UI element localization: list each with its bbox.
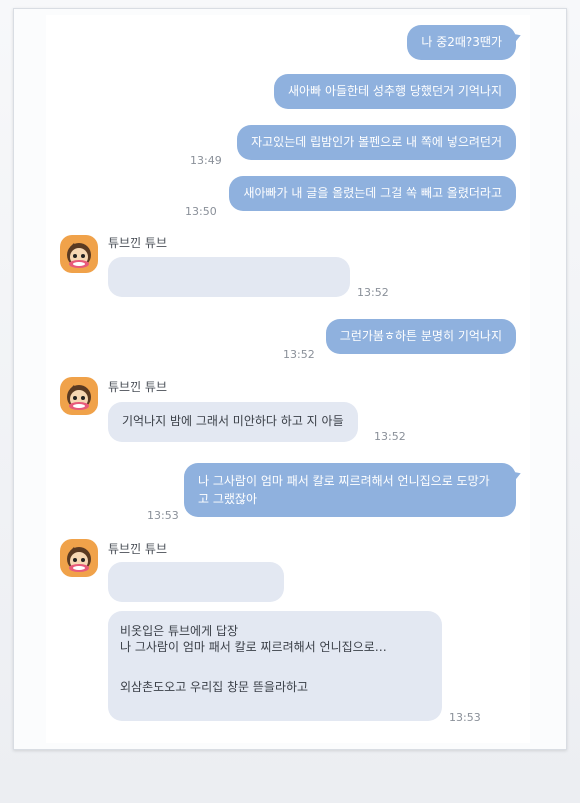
outgoing-message[interactable]: 나 중2때?3땐가 [407, 25, 516, 60]
outgoing-message[interactable]: 새아빠가 내 글을 올렸는데 그걸 쏙 빼고 올렸더라고 [229, 176, 516, 211]
message-time: 13:52 [374, 430, 406, 443]
message-time: 13:50 [185, 205, 217, 218]
reply-header: 비옷입은 튜브에게 답장 [120, 624, 239, 638]
message-text: 고 그랬잖아 [198, 492, 258, 506]
incoming-message[interactable]: 기억나지 밤에 그래서 미안하다 하고 지 아들 [108, 402, 358, 442]
reply-message[interactable]: 비옷입은 튜브에게 답장 나 그사람이 엄마 패서 칼로 찌르려해서 언니집으로… [108, 611, 442, 721]
photo-frame: 나 중2때?3땐가 새아빠 아들한테 성추행 당했던거 기억나지 13:49 자… [0, 0, 580, 803]
outgoing-message[interactable]: 그런가봄ㅎ하튼 분명히 기억나지 [325, 319, 516, 354]
message-text: 그런가봄ㅎ하튼 분명히 기억나지 [339, 329, 502, 343]
message-time: 13:52 [283, 348, 315, 361]
message-text: 새아빠 아들한테 성추행 당했던거 기억나지 [288, 84, 502, 98]
sender-name: 튜브낀 튜브 [108, 542, 168, 556]
outgoing-message[interactable]: 새아빠 아들한테 성추행 당했던거 기억나지 [274, 74, 516, 109]
chat-area: 나 중2때?3땐가 새아빠 아들한테 성추행 당했던거 기억나지 13:49 자… [46, 15, 530, 743]
tube-character-avatar-icon[interactable] [60, 539, 98, 577]
message-text: 기억나지 밤에 그래서 미안하다 하고 지 아들 [122, 414, 344, 428]
sender-name: 튜브낀 튜브 [108, 380, 168, 394]
message-text: 나 그사람이 엄마 패서 칼로 찌르려해서 언니집으로 도망가 [198, 474, 490, 488]
tube-character-avatar-icon[interactable] [60, 377, 98, 415]
incoming-message[interactable] [108, 562, 284, 602]
message-time: 13:52 [357, 286, 389, 299]
message-text: 자고있는데 립밤인가 볼펜으로 내 쪽에 넣으려던거 [251, 135, 502, 149]
message-text: 새아빠가 내 글을 올렸는데 그걸 쏙 빼고 올렸더라고 [243, 186, 502, 200]
incoming-message[interactable] [108, 257, 350, 297]
outgoing-message[interactable]: 자고있는데 립밤인가 볼펜으로 내 쪽에 넣으려던거 [237, 125, 516, 160]
reply-text: 외삼촌도오고 우리집 창문 뜯을라하고 [120, 680, 309, 694]
message-text: 나 중2때?3땐가 [421, 35, 502, 49]
message-time: 13:53 [449, 711, 481, 724]
outgoing-message[interactable]: 나 그사람이 엄마 패서 칼로 찌르려해서 언니집으로 도망가 고 그랬잖아 [184, 463, 516, 517]
message-time: 13:49 [190, 154, 222, 167]
sender-name: 튜브낀 튜브 [108, 236, 168, 250]
message-time: 13:53 [147, 509, 179, 522]
tube-character-avatar-icon[interactable] [60, 235, 98, 273]
reply-quote: 나 그사람이 엄마 패서 칼로 찌르려해서 언니집으로… [120, 640, 387, 654]
